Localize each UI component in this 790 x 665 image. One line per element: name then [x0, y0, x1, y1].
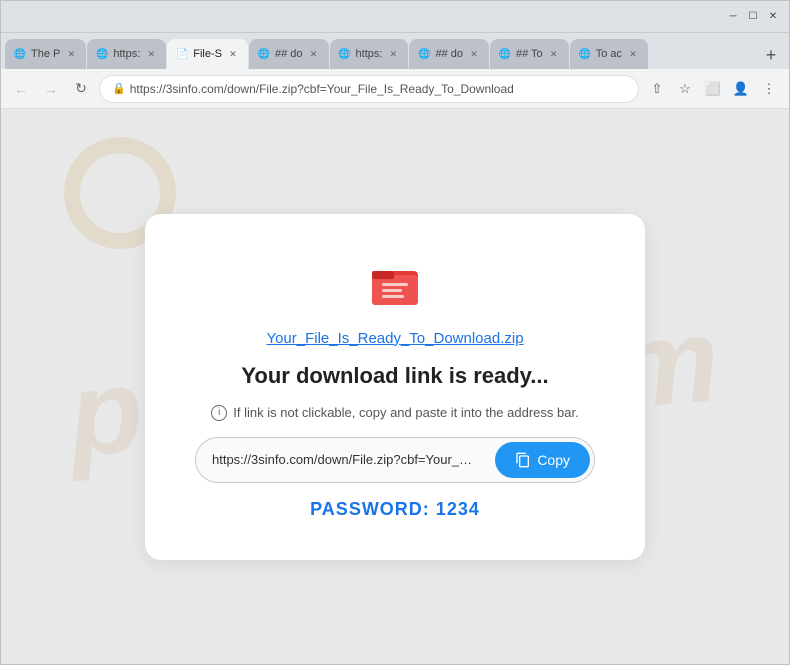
tab-close-button[interactable]: ✕	[144, 47, 158, 61]
browser-tab-tab4[interactable]: 🌐 ## do ✕	[249, 39, 329, 69]
file-icon	[365, 254, 425, 314]
window-controls: ─ ☐ ✕	[725, 9, 781, 25]
tab-bar: 🌐 The P ✕ 🌐 https: ✕ 📄 File-S ✕ 🌐 ## do …	[1, 33, 789, 69]
title-bar: ─ ☐ ✕	[1, 1, 789, 33]
copy-button-label: Copy	[537, 452, 570, 468]
tab-close-button[interactable]: ✕	[547, 47, 561, 61]
tab-title: ## do	[435, 48, 463, 60]
address-text: https://3sinfo.com/down/File.zip?cbf=You…	[130, 82, 514, 96]
download-url: https://3sinfo.com/down/File.zip?cbf=You…	[196, 442, 491, 477]
tab-close-button[interactable]: ✕	[626, 47, 640, 61]
address-input[interactable]: 🔒 https://3sinfo.com/down/File.zip?cbf=Y…	[99, 75, 639, 103]
maximize-button[interactable]: ☐	[745, 9, 761, 25]
info-icon: i	[211, 405, 227, 421]
back-button[interactable]: ←	[9, 77, 33, 101]
tab-favicon: 🌐	[417, 47, 431, 61]
refresh-button[interactable]: ↻	[69, 77, 93, 101]
browser-tab-tab8[interactable]: 🌐 To ac ✕	[570, 39, 648, 69]
tab-favicon: 📄	[175, 47, 189, 61]
extensions-button[interactable]: ⬜	[701, 77, 725, 101]
tab-title: ## do	[275, 48, 303, 60]
tab-title: https:	[356, 48, 383, 60]
url-row: https://3sinfo.com/down/File.zip?cbf=You…	[195, 437, 595, 483]
tab-title: To ac	[596, 48, 622, 60]
copy-button[interactable]: Copy	[495, 442, 590, 478]
tab-title: File-S	[193, 48, 222, 60]
ready-title: Your download link is ready...	[241, 363, 548, 389]
bookmark-button[interactable]: ☆	[673, 77, 697, 101]
close-button[interactable]: ✕	[765, 9, 781, 25]
browser-tab-tab7[interactable]: 🌐 ## To ✕	[490, 39, 569, 69]
tab-close-button[interactable]: ✕	[307, 47, 321, 61]
forward-button[interactable]: →	[39, 77, 63, 101]
share-button[interactable]: ⇧	[645, 77, 669, 101]
tab-close-button[interactable]: ✕	[226, 47, 240, 61]
password-text: PASSWORD: 1234	[310, 499, 480, 520]
page-content: pcrisk.com Your_File_Is_Ready_To_Downloa…	[1, 109, 789, 664]
tab-favicon: 🌐	[338, 47, 352, 61]
tab-title: https:	[113, 48, 140, 60]
tab-favicon: 🌐	[498, 47, 512, 61]
tab-favicon: 🌐	[13, 47, 27, 61]
address-bar: ← → ↻ 🔒 https://3sinfo.com/down/File.zip…	[1, 69, 789, 109]
menu-button[interactable]: ⋮	[757, 77, 781, 101]
download-card: Your_File_Is_Ready_To_Download.zip Your …	[145, 214, 645, 560]
browser-tab-tab2[interactable]: 🌐 https: ✕	[87, 39, 166, 69]
lock-icon: 🔒	[112, 82, 126, 95]
browser-tab-tab3[interactable]: 📄 File-S ✕	[167, 39, 248, 69]
tab-close-button[interactable]: ✕	[64, 47, 78, 61]
tab-close-button[interactable]: ✕	[386, 47, 400, 61]
tab-favicon: 🌐	[257, 47, 271, 61]
tab-favicon: 🌐	[95, 47, 109, 61]
tab-title: The P	[31, 48, 60, 60]
toolbar-right: ⇧ ☆ ⬜ 👤 ⋮	[645, 77, 781, 101]
browser-tab-tab6[interactable]: 🌐 ## do ✕	[409, 39, 489, 69]
copy-icon	[515, 452, 531, 468]
browser-tab-tab5[interactable]: 🌐 https: ✕	[330, 39, 409, 69]
filename-link[interactable]: Your_File_Is_Ready_To_Download.zip	[266, 330, 523, 347]
browser-window: ─ ☐ ✕ 🌐 The P ✕ 🌐 https: ✕ 📄 File-S ✕ 🌐 …	[0, 0, 790, 665]
tab-favicon: 🌐	[578, 47, 592, 61]
tab-title: ## To	[516, 48, 543, 60]
hint-text: i If link is not clickable, copy and pas…	[211, 405, 578, 421]
tab-close-button[interactable]: ✕	[467, 47, 481, 61]
new-tab-button[interactable]: +	[757, 41, 785, 69]
minimize-button[interactable]: ─	[725, 9, 741, 25]
profile-button[interactable]: 👤	[729, 77, 753, 101]
browser-tab-tab1[interactable]: 🌐 The P ✕	[5, 39, 86, 69]
